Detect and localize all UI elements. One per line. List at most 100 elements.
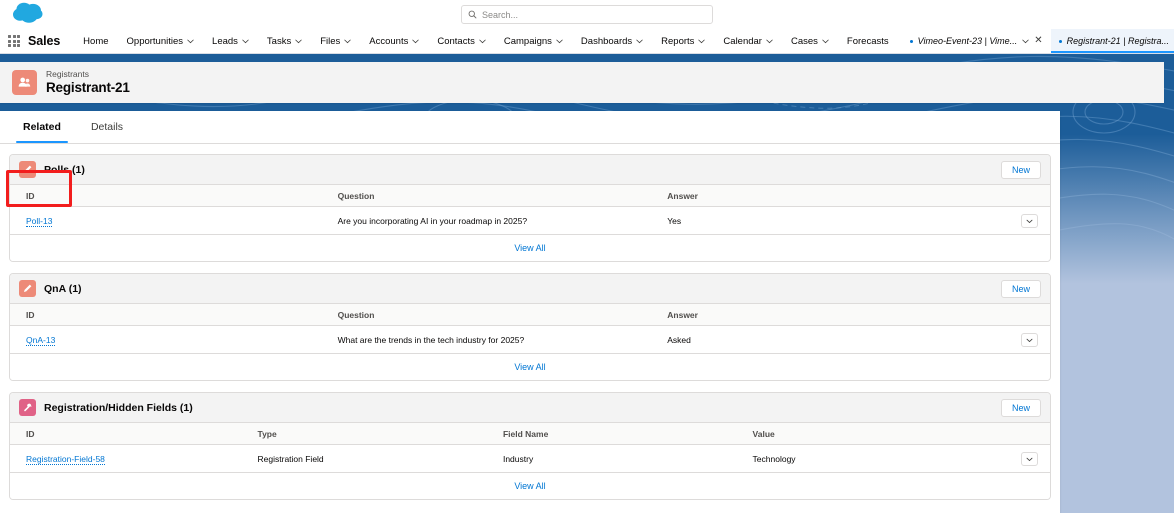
new-button[interactable]: New [1001, 279, 1041, 298]
table-cell: Asked [667, 325, 1001, 354]
column-header[interactable]: ID [10, 304, 338, 326]
app-name-label[interactable]: Sales [28, 34, 60, 48]
related-list-table: ID Question Answer Poll-13 Are you incorpora… [10, 185, 1050, 235]
chevron-down-icon [1022, 39, 1029, 43]
search-input[interactable] [482, 9, 706, 20]
page-background: Registrants Registrant-21 Related Details… [0, 54, 1174, 513]
record-link[interactable]: Registration-Field-58 [26, 454, 105, 465]
column-header[interactable]: Field Name [502, 423, 753, 445]
nav-item-calendar[interactable]: Calendar [714, 29, 782, 53]
nav-item-label: Opportunities [126, 35, 184, 47]
row-actions-chevron-down-icon[interactable] [1021, 452, 1038, 466]
tab-related[interactable]: Related [8, 111, 76, 143]
chevron-down-icon [698, 39, 706, 43]
record-tabs: Related Details [0, 111, 1060, 144]
nav-item-campaigns[interactable]: Campaigns [495, 29, 572, 53]
related-list-header: Registration/Hidden Fields (1) New [10, 393, 1050, 423]
record-id-cell: Poll-13 [10, 206, 338, 235]
related-list-header: QnA (1) New [10, 274, 1050, 304]
row-actions-chevron-down-icon[interactable] [1021, 333, 1038, 347]
nav-item-files[interactable]: Files [311, 29, 360, 53]
chevron-down-icon [295, 39, 302, 43]
record-tab-list: Vimeo-Event-23 | Vime... ✕ Registrant-21 |… [902, 29, 1174, 53]
nav-item-label: Dashboards [580, 35, 633, 47]
record-id-cell: Registration-Field-58 [10, 444, 258, 473]
related-list-footer: View All [10, 354, 1050, 380]
nav-item-label: Home [83, 35, 109, 47]
nav-item-home[interactable]: Home [74, 29, 117, 53]
table-header-row: ID Type Field Name Value [10, 423, 1050, 445]
column-header[interactable]: Question [337, 185, 668, 207]
chevron-down-icon [344, 39, 351, 43]
nav-item-label: Files [320, 35, 341, 47]
registrants-icon [12, 70, 37, 95]
close-icon[interactable]: ✕ [1034, 36, 1042, 46]
global-search[interactable] [461, 5, 713, 24]
related-list-title[interactable]: QnA (1) [44, 283, 82, 295]
nav-item-tasks[interactable]: Tasks [258, 29, 311, 53]
column-header[interactable]: Answer [667, 304, 1001, 326]
related-list-card: Registration/Hidden Fields (1) New ID Type F… [9, 392, 1051, 500]
nav-item-contacts[interactable]: Contacts [428, 29, 495, 53]
view-all-link[interactable]: View All [514, 362, 545, 372]
row-actions-chevron-down-icon[interactable] [1021, 214, 1038, 228]
column-header[interactable]: Question [337, 304, 668, 326]
chevron-down-icon [636, 39, 643, 43]
table-cell: Technology [752, 444, 1001, 473]
record-link[interactable]: Poll-13 [26, 216, 53, 227]
table-cell: Industry [502, 444, 753, 473]
table-cell: Registration Field [257, 444, 503, 473]
view-all-link[interactable]: View All [514, 243, 545, 253]
record-tab-label: Registrant-21 | Registra... [1066, 36, 1169, 46]
nav-item-leads[interactable]: Leads [203, 29, 258, 53]
tab-details[interactable]: Details [76, 111, 138, 143]
column-header[interactable]: Value [752, 423, 1001, 445]
search-icon [468, 10, 477, 19]
registration-hidden-fields-icon [19, 399, 36, 416]
nav-item-cases[interactable]: Cases [782, 29, 838, 53]
nav-item-label: Tasks [266, 35, 292, 47]
nav-item-opportunities[interactable]: Opportunities [118, 29, 204, 53]
record-id-cell: QnA-13 [10, 325, 338, 354]
nav-item-label: Campaigns [503, 35, 552, 47]
table-cell: Yes [667, 206, 1001, 235]
qna-edit-icon [19, 280, 36, 297]
record-tab-1[interactable]: Vimeo-Event-23 | Vime... ✕ [902, 29, 1051, 53]
app-launcher-waffle-icon[interactable] [7, 34, 21, 48]
record-object-label: Registrants [46, 69, 89, 79]
table-header-row: ID Question Answer [10, 304, 1050, 326]
column-header[interactable]: ID [10, 185, 338, 207]
column-header[interactable]: Type [257, 423, 503, 445]
related-list-title[interactable]: Registration/Hidden Fields (1) [44, 402, 193, 414]
chevron-down-icon [412, 39, 420, 43]
column-header-actions [1000, 423, 1050, 445]
new-button[interactable]: New [1001, 398, 1041, 417]
nav-item-reports[interactable]: Reports [652, 29, 714, 53]
record-header: Registrants Registrant-21 [0, 62, 1164, 103]
poll-edit-icon [19, 161, 36, 178]
record-link[interactable]: QnA-13 [26, 335, 56, 346]
table-cell: What are the trends in the tech industry… [337, 325, 668, 354]
row-actions-cell [1000, 444, 1050, 473]
salesforce-cloud-logo[interactable] [8, 0, 52, 30]
navigation-bar: Sales Home Opportunities Leads Tasks Files Ac… [0, 29, 1174, 54]
unsaved-indicator-icon [909, 39, 913, 43]
nav-item-label: Contacts [437, 35, 475, 47]
unsaved-indicator-icon [1058, 39, 1062, 43]
column-header[interactable]: Answer [667, 185, 1001, 207]
chevron-down-icon [479, 39, 486, 43]
related-list-footer: View All [10, 473, 1050, 499]
global-header [0, 0, 1174, 29]
view-all-link[interactable]: View All [514, 481, 545, 491]
nav-item-accounts[interactable]: Accounts [360, 29, 428, 53]
chevron-down-icon [822, 39, 829, 43]
related-list-card: Polls (1) New ID Question Answer Poll-13 Are y… [9, 154, 1051, 262]
nav-item-forecasts[interactable]: Forecasts [838, 29, 898, 53]
nav-item-dashboards[interactable]: Dashboards [572, 29, 652, 53]
record-tab-2[interactable]: Registrant-21 | Registra...✕ [1050, 29, 1174, 53]
table-row: Poll-13 Are you incorporating AI in your … [10, 206, 1050, 235]
new-button[interactable]: New [1001, 160, 1041, 179]
related-list-title[interactable]: Polls (1) [44, 164, 85, 176]
column-header[interactable]: ID [10, 423, 258, 445]
column-header-actions [1000, 304, 1050, 326]
